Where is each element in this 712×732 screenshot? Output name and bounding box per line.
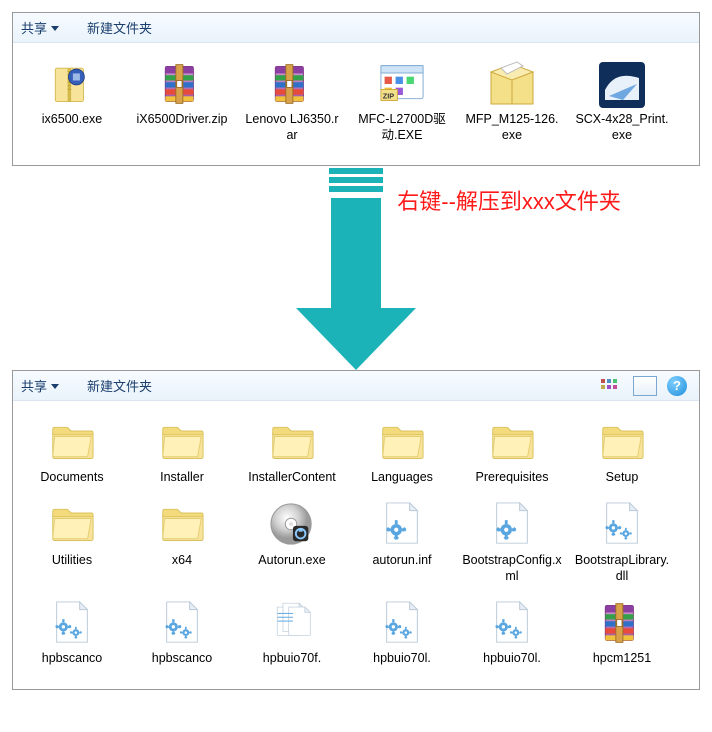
file-item[interactable]: hpbscanco: [17, 598, 127, 667]
file-label: SCX-4x28_Print.exe: [572, 112, 672, 143]
file-label: hpbscanco: [152, 651, 212, 667]
file-item[interactable]: Prerequisites: [457, 417, 567, 486]
file-label: Languages: [371, 470, 433, 486]
toolbar: 共享 新建文件夹 ?: [13, 371, 699, 401]
file-item[interactable]: BootstrapConfig.xml: [457, 500, 567, 584]
file-item[interactable]: MFC-L2700D驱动.EXE: [347, 59, 457, 143]
preview-pane-button[interactable]: [633, 376, 657, 396]
dll-icon: [49, 600, 95, 649]
folder-icon: [596, 420, 648, 467]
folder-icon: [486, 420, 538, 467]
file-label: iX6500Driver.zip: [136, 112, 227, 128]
file-item[interactable]: hpbuio70f.: [237, 598, 347, 667]
file-item[interactable]: InstallerContent: [237, 417, 347, 486]
new-folder-label: 新建文件夹: [87, 376, 152, 395]
new-folder-label: 新建文件夹: [87, 18, 152, 37]
file-item[interactable]: autorun.inf: [347, 500, 457, 584]
file-item[interactable]: MFP_M125-126.exe: [457, 59, 567, 143]
file-label: MFC-L2700D驱动.EXE: [352, 112, 452, 143]
chevron-down-icon: [51, 26, 59, 31]
toolbar: 共享 新建文件夹: [13, 13, 699, 43]
file-grid: Documents Installer InstallerContent Lan…: [13, 401, 699, 689]
file-label: MFP_M125-126.exe: [462, 112, 562, 143]
annotation-text: 右键--解压到xxx文件夹: [397, 184, 621, 216]
file-label: ix6500.exe: [42, 112, 102, 128]
file-label: autorun.inf: [372, 553, 431, 569]
file-label: Documents: [40, 470, 103, 486]
explorer-panel-source: 共享 新建文件夹 ix6500.exe iX6500Driver.zip Len…: [12, 12, 700, 166]
xml-icon: [489, 501, 535, 550]
file-label: hpbuio70l.: [483, 651, 541, 667]
file-item[interactable]: hpbuio70l.: [457, 598, 567, 667]
multi-icon: [268, 599, 316, 650]
rar-icon: [600, 599, 644, 650]
file-label: hpcm1251: [593, 651, 651, 667]
zip-yellow-icon: [50, 60, 94, 111]
folder-icon: [46, 502, 98, 549]
file-item[interactable]: Autorun.exe: [237, 500, 347, 584]
file-label: hpbscanco: [42, 651, 102, 667]
folder-icon: [46, 420, 98, 467]
file-item[interactable]: Lenovo LJ6350.rar: [237, 59, 347, 143]
dll-icon: [489, 600, 535, 649]
dll-icon: [379, 600, 425, 649]
file-label: BootstrapConfig.xml: [462, 553, 562, 584]
new-folder-button[interactable]: 新建文件夹: [87, 376, 152, 395]
toolbar-right: ?: [599, 376, 691, 396]
file-label: Utilities: [52, 553, 92, 569]
dll-icon: [599, 501, 645, 550]
file-item[interactable]: hpbuio70l.: [347, 598, 457, 667]
file-item[interactable]: Languages: [347, 417, 457, 486]
view-options-button[interactable]: [599, 376, 623, 396]
file-grid: ix6500.exe iX6500Driver.zip Lenovo LJ635…: [13, 43, 699, 165]
inf-icon: [379, 501, 425, 550]
folder-icon: [376, 420, 428, 467]
share-button[interactable]: 共享: [21, 18, 59, 37]
file-item[interactable]: Documents: [17, 417, 127, 486]
rar-icon: [160, 60, 204, 111]
file-item[interactable]: hpcm1251: [567, 598, 677, 667]
chevron-down-icon: [51, 384, 59, 389]
file-item[interactable]: hpbscanco: [127, 598, 237, 667]
explorer-panel-extracted: 共享 新建文件夹 ? Documents Installer Installer…: [12, 370, 700, 690]
file-label: Setup: [606, 470, 639, 486]
file-item[interactable]: Installer: [127, 417, 237, 486]
file-label: Autorun.exe: [258, 553, 325, 569]
file-label: hpbuio70f.: [263, 651, 321, 667]
file-label: hpbuio70l.: [373, 651, 431, 667]
share-button[interactable]: 共享: [21, 376, 59, 395]
arrow-diagram: 右键--解压到xxx文件夹: [12, 164, 700, 374]
file-label: Lenovo LJ6350.rar: [242, 112, 342, 143]
file-label: x64: [172, 553, 192, 569]
disc-icon: [268, 500, 316, 551]
box-exe-icon: [487, 60, 537, 111]
folder-icon: [266, 420, 318, 467]
file-item[interactable]: SCX-4x28_Print.exe: [567, 59, 677, 143]
file-item[interactable]: Setup: [567, 417, 677, 486]
file-label: Prerequisites: [476, 470, 549, 486]
new-folder-button[interactable]: 新建文件夹: [87, 18, 152, 37]
file-item[interactable]: BootstrapLibrary.dll: [567, 500, 677, 584]
file-label: Installer: [160, 470, 204, 486]
share-label: 共享: [21, 376, 47, 395]
file-label: BootstrapLibrary.dll: [572, 553, 672, 584]
file-item[interactable]: iX6500Driver.zip: [127, 59, 237, 143]
down-arrow-icon: [324, 168, 388, 370]
rar-icon: [270, 60, 314, 111]
help-button[interactable]: ?: [667, 376, 687, 396]
file-item[interactable]: ix6500.exe: [17, 59, 127, 143]
file-label: InstallerContent: [248, 470, 336, 486]
file-item[interactable]: x64: [127, 500, 237, 584]
share-label: 共享: [21, 18, 47, 37]
folder-icon: [156, 420, 208, 467]
window-exe-icon: [377, 62, 427, 109]
folder-icon: [156, 502, 208, 549]
file-item[interactable]: Utilities: [17, 500, 127, 584]
blue-exe-icon: [597, 59, 647, 112]
dll-icon: [159, 600, 205, 649]
